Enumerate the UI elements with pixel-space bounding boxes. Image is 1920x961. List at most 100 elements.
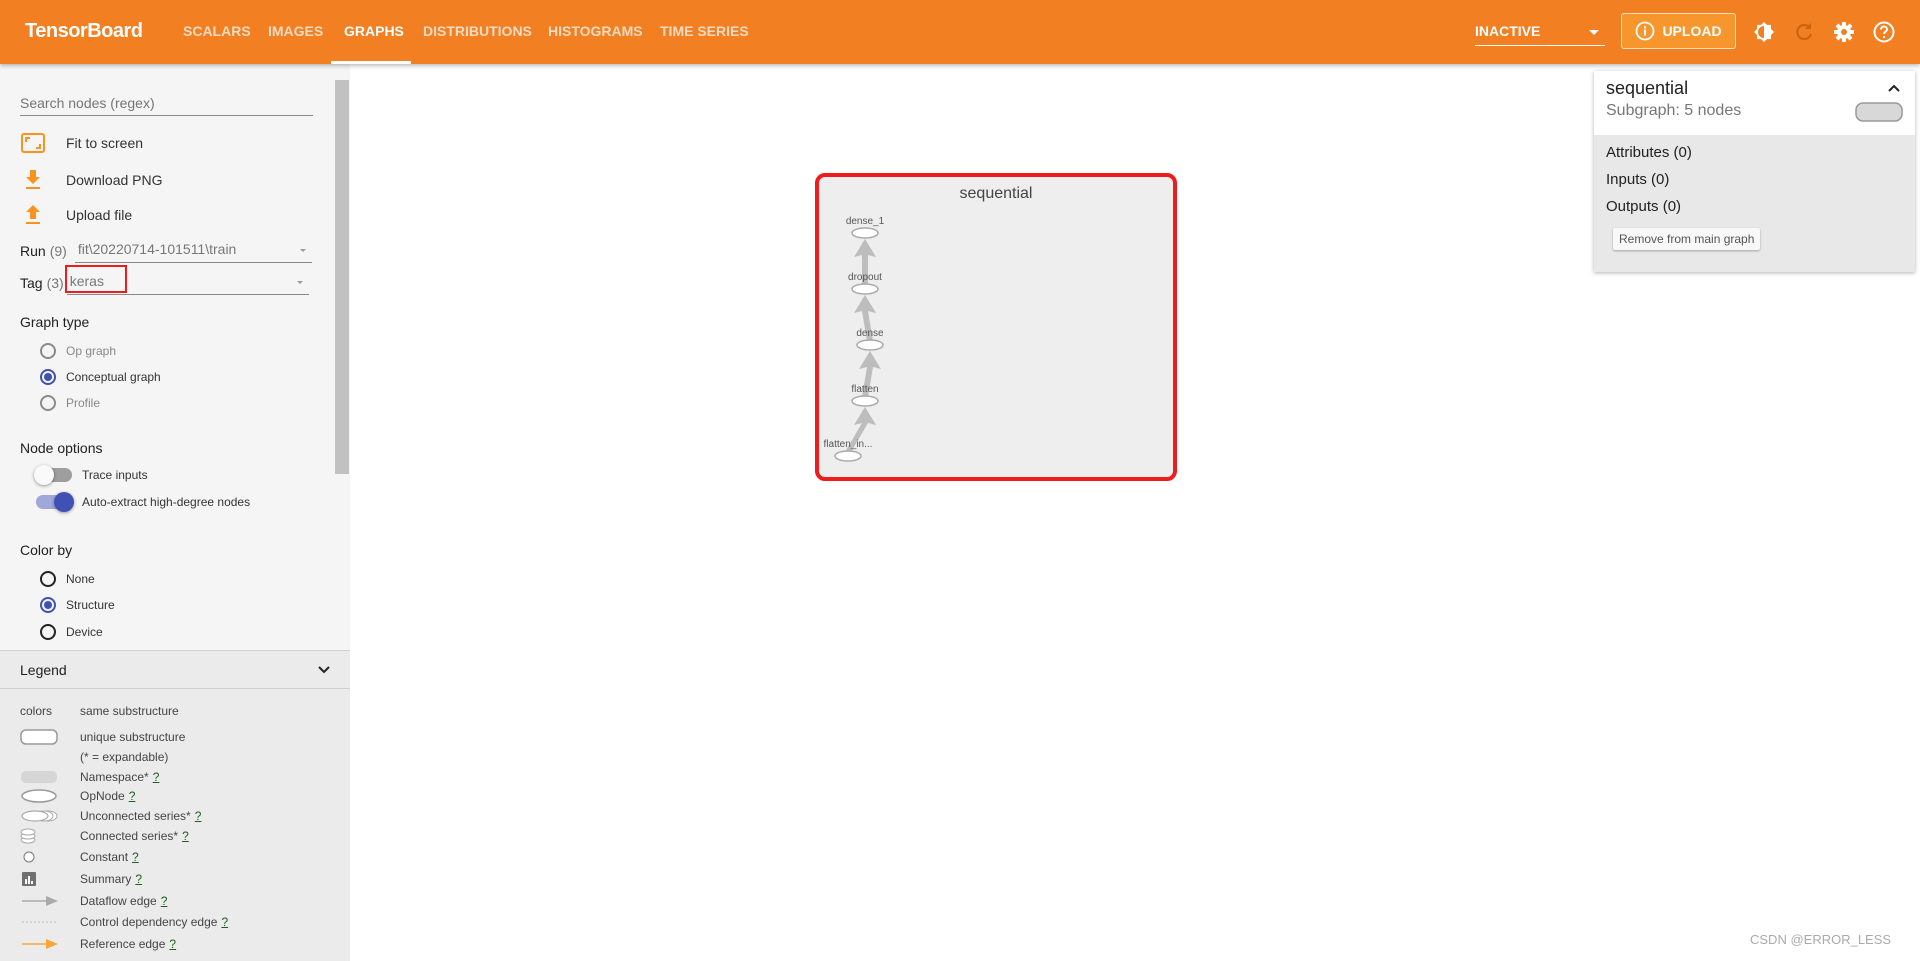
legend-item-reference-edge: Reference edge? — [20, 936, 176, 952]
radio-color-structure[interactable]: Structure — [40, 597, 115, 613]
tag-field: Tag (3) keras — [20, 265, 309, 295]
logo: TensorBoard — [25, 20, 143, 42]
graph-canvas: dense_1dropout dense flatten flatten_in... — [824, 216, 885, 462]
legend-label: Connected series* — [80, 829, 179, 843]
radio-op-graph[interactable]: Op graph — [40, 343, 116, 359]
tab-scalars[interactable]: SCALARS — [183, 23, 251, 39]
op-node-shape — [834, 450, 862, 462]
toggle-track — [36, 492, 74, 512]
highlight-box — [64, 265, 127, 293]
op-node-label: dropout — [848, 272, 882, 283]
help-link[interactable]: ? — [135, 872, 142, 886]
radio-label: None — [66, 572, 95, 586]
attributes-row[interactable]: Attributes (0) — [1606, 139, 1903, 166]
op-node-label: dense — [856, 328, 884, 339]
remove-from-main-graph-button[interactable]: Remove from main graph — [1613, 228, 1761, 250]
upload-file-button[interactable]: Upload file — [20, 204, 132, 226]
sidebar-scrollbar[interactable] — [335, 80, 349, 474]
toggle-auto-extract[interactable]: Auto-extract high-degree nodes — [36, 492, 251, 512]
inputs-row[interactable]: Inputs (0) — [1606, 166, 1903, 193]
run-value: fit\20220714-101511\train — [77, 241, 237, 257]
reload-icon[interactable] — [1792, 20, 1816, 44]
run-select[interactable]: fit\20220714-101511\train — [74, 239, 312, 263]
tab-distributions[interactable]: DISTRIBUTIONS — [423, 23, 532, 39]
dataflow-edge-icon — [22, 896, 58, 906]
run-field: Run (9) fit\20220714-101511\train — [20, 239, 312, 263]
settings-icon[interactable] — [1832, 20, 1856, 44]
legend-label: Reference edge — [80, 937, 166, 951]
control-dependency-edge-icon — [22, 921, 58, 923]
fit-to-screen-button[interactable]: Fit to screen — [20, 132, 143, 154]
help-icon[interactable] — [1872, 20, 1896, 44]
card-title: sequential — [1606, 78, 1689, 98]
legend-unique: unique substructure — [20, 729, 185, 745]
help-link[interactable]: ? — [182, 829, 189, 843]
toggle-trace-inputs[interactable]: Trace inputs — [34, 465, 148, 485]
toggle-label: Auto-extract high-degree nodes — [82, 495, 251, 509]
help-link[interactable]: ? — [195, 809, 202, 823]
namespace-shape-icon — [1855, 102, 1903, 122]
constant-icon — [23, 851, 35, 863]
caret-down-icon — [299, 249, 306, 252]
theme-icon[interactable] — [1752, 20, 1776, 44]
summary-icon — [22, 872, 36, 886]
op-node-label: flatten_in... — [824, 439, 873, 450]
legend-item-summary: Summary? — [20, 871, 142, 887]
legend-item-control-dependency-edge: Control dependency edge? — [20, 914, 228, 930]
legend-item-connected-series: Connected series*? — [20, 828, 189, 844]
op-node-shape — [851, 227, 879, 239]
help-link[interactable]: ? — [129, 789, 136, 803]
chevron-up-icon[interactable] — [1887, 83, 1901, 93]
outputs-row[interactable]: Outputs (0) — [1606, 193, 1903, 220]
graph-namespace-sequential[interactable]: sequential dense_1 dropout dense flatten fla… — [815, 173, 1177, 481]
legend-label: Control dependency edge — [80, 915, 218, 929]
legend-title: Legend — [20, 661, 67, 678]
node-info-card: sequential Subgraph: 5 nodes Attributes … — [1594, 71, 1915, 272]
legend-label: unique substructure — [80, 730, 186, 744]
legend-label: same substructure — [80, 704, 179, 718]
legend-header[interactable]: Legend — [0, 651, 350, 689]
help-link[interactable]: ? — [153, 770, 160, 784]
op-node[interactable]: dense_1 — [846, 216, 885, 239]
tab-histograms[interactable]: HISTOGRAMS — [548, 23, 643, 39]
graph-type-title: Graph type — [20, 314, 90, 330]
caret-down-icon — [296, 281, 303, 284]
tag-select[interactable]: keras — [64, 265, 309, 295]
radio-circle — [40, 395, 56, 411]
toggle-knob — [54, 492, 74, 512]
help-link[interactable]: ? — [132, 850, 139, 864]
namespace-icon — [21, 771, 57, 783]
help-link[interactable]: ? — [161, 894, 168, 908]
tag-count: (3) — [46, 275, 64, 291]
radio-circle — [40, 369, 56, 385]
tab-time-series[interactable]: TIME SERIES — [660, 23, 749, 39]
top-bar: TensorBoard SCALARS IMAGES GRAPHS DISTRI… — [0, 0, 1920, 64]
help-link[interactable]: ? — [169, 937, 176, 951]
reference-edge-icon — [22, 939, 58, 949]
radio-color-device[interactable]: Device — [40, 624, 103, 640]
legend-item-constant: Constant? — [20, 849, 139, 865]
unique-substructure-icon — [20, 729, 58, 745]
upload-button[interactable]: UPLOAD — [1621, 13, 1736, 49]
help-link[interactable]: ? — [221, 915, 228, 929]
legend-label: Namespace* — [80, 770, 149, 784]
search-nodes-input[interactable] — [20, 91, 313, 116]
legend-label: Unconnected series* — [80, 809, 191, 823]
download-icon — [20, 169, 46, 191]
radio-label: Device — [66, 625, 103, 639]
tab-graphs[interactable]: GRAPHS — [344, 23, 404, 39]
radio-conceptual-graph[interactable]: Conceptual graph — [40, 369, 161, 385]
status-value: INACTIVE — [1475, 23, 1541, 39]
status-select[interactable]: INACTIVE — [1475, 18, 1605, 46]
caret-down-icon — [1589, 30, 1599, 35]
download-png-button[interactable]: Download PNG — [20, 169, 163, 191]
radio-profile[interactable]: Profile — [40, 395, 100, 411]
toggle-knob — [34, 465, 54, 485]
radio-color-none[interactable]: None — [40, 571, 95, 587]
tab-images[interactable]: IMAGES — [268, 23, 323, 39]
toggle-track — [34, 465, 72, 485]
connected-series-icon — [20, 828, 36, 844]
legend-label: Constant — [80, 850, 129, 864]
legend-item-unconnected-series: Unconnected series*? — [20, 808, 201, 824]
radio-label: Structure — [66, 598, 115, 612]
